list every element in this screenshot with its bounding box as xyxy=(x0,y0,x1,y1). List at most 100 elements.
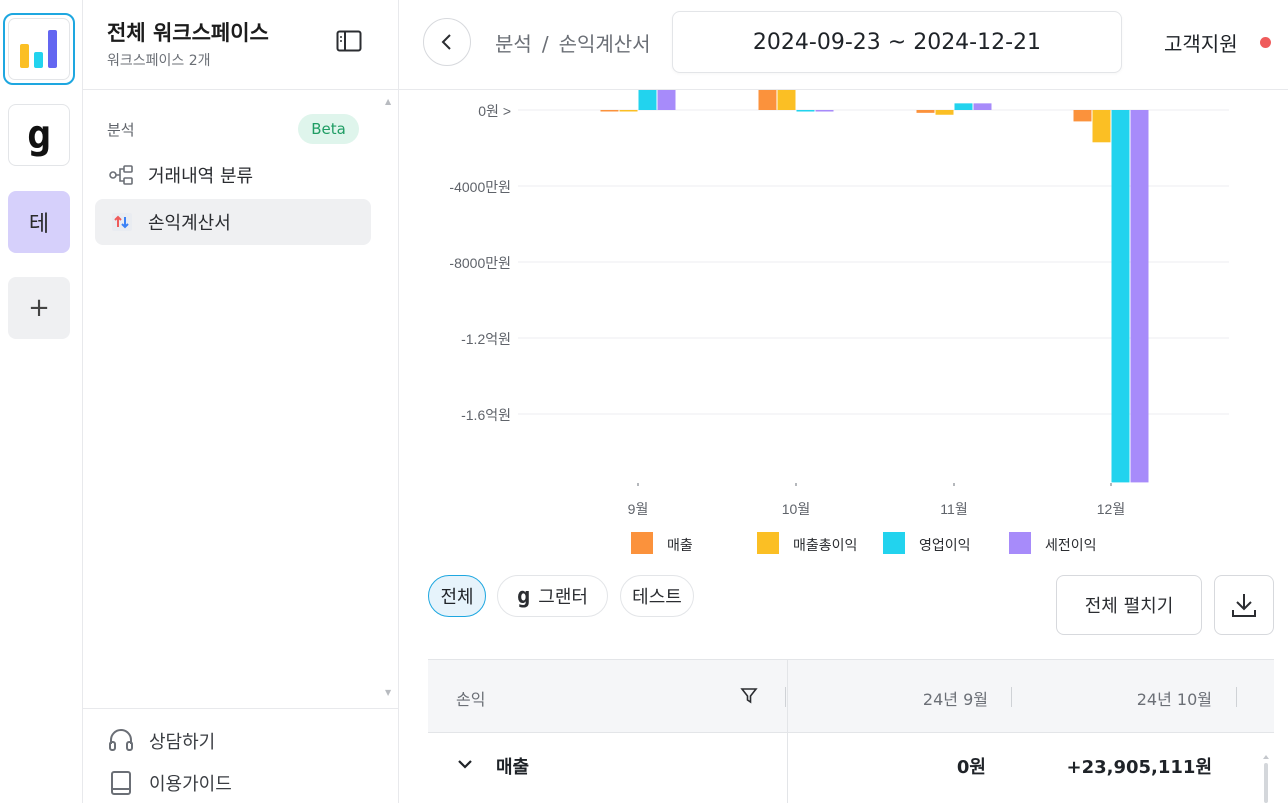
legend-label[interactable]: 매출총이익 xyxy=(793,537,857,553)
y-tick-label: -8000만원 xyxy=(449,255,511,271)
column-resizer[interactable] xyxy=(1236,687,1237,707)
book-icon xyxy=(107,769,135,797)
support-notification-dot xyxy=(1260,37,1271,48)
breadcrumb-income-statement: 손익계산서 xyxy=(558,32,651,56)
bar-1-2[interactable] xyxy=(796,110,815,112)
main-content: 분석 / 손익계산서 2024-09-23 ~ 2024-12-21 고객지원 0원… xyxy=(399,0,1288,803)
chip-label: 그랜터 xyxy=(538,587,588,608)
bar-chart-icon xyxy=(8,18,70,80)
filter-chip-all[interactable]: 전체 xyxy=(428,575,486,617)
sidebar-item-transaction-classification[interactable]: 거래내역 분류 xyxy=(95,152,371,198)
filter-chip-test[interactable]: 테스트 xyxy=(620,575,694,617)
bar-0-1[interactable] xyxy=(619,110,638,112)
sidebar-item-income-statement[interactable]: 손익계산서 xyxy=(95,199,371,245)
workspace-rail: g 테 + xyxy=(0,0,83,803)
test-workspace-button[interactable]: 테 xyxy=(8,191,70,253)
column-resizer[interactable] xyxy=(785,687,786,707)
breadcrumb: 분석 / 손익계산서 xyxy=(495,28,651,57)
add-workspace-button[interactable]: + xyxy=(8,277,70,339)
sidebar-item-label: 거래내역 분류 xyxy=(148,166,254,187)
income-chart: 0원 > -4000만원 -8000만원 -1.2억원 -1.6억원 9월 10월 11월 12… xyxy=(399,90,1288,570)
sidebar-footer: 상담하기 이용가이드 xyxy=(83,708,399,803)
back-button[interactable] xyxy=(423,18,471,66)
table-row[interactable]: 매출 0원 +23,905,111원 xyxy=(428,733,1274,803)
bar-3-1[interactable] xyxy=(1092,110,1111,143)
column-resizer[interactable] xyxy=(1011,687,1012,707)
bar-0-3[interactable] xyxy=(657,90,676,110)
legend-label[interactable]: 영업이익 xyxy=(919,537,971,553)
legend-label[interactable]: 매출 xyxy=(667,537,693,553)
bar-2-1[interactable] xyxy=(935,110,954,115)
y-tick-label: 0원 > xyxy=(478,103,511,119)
headset-icon xyxy=(107,727,135,755)
scroll-up-arrow-icon[interactable]: ▲ xyxy=(385,97,391,106)
user-guide-label: 이용가이드 xyxy=(149,774,232,795)
consultation-label: 상담하기 xyxy=(149,732,216,753)
granter-logo-icon: g xyxy=(26,112,52,158)
y-tick-label: -1.6억원 xyxy=(461,407,511,423)
beta-badge: Beta xyxy=(298,114,359,144)
workspace-count: 워크스페이스 2개 xyxy=(107,53,211,69)
bar-0-0[interactable] xyxy=(600,110,619,112)
bar-2-0[interactable] xyxy=(916,110,935,113)
table-header: 손익 24년 9월 24년 10월 xyxy=(428,659,1274,733)
sidebar: 전체 워크스페이스 워크스페이스 2개 ▲ 분석 Beta 거래내역 분류 손익… xyxy=(83,0,399,803)
download-button[interactable] xyxy=(1214,575,1274,635)
analytics-app-button[interactable] xyxy=(3,13,75,85)
chevron-down-icon[interactable] xyxy=(456,756,474,775)
bar-2-3[interactable] xyxy=(973,103,992,110)
bar-3-2[interactable] xyxy=(1111,110,1130,483)
table-scrollbar[interactable] xyxy=(1261,753,1271,803)
breadcrumb-separator: / xyxy=(541,32,549,56)
flow-icon xyxy=(108,163,136,187)
bar-0-2[interactable] xyxy=(638,90,657,110)
date-range-picker[interactable]: 2024-09-23 ~ 2024-12-21 xyxy=(672,11,1122,73)
chip-label: 테스트 xyxy=(632,587,682,608)
consultation-link[interactable]: 상담하기 xyxy=(107,727,215,755)
legend-swatch[interactable] xyxy=(883,532,905,554)
sidebar-header: 전체 워크스페이스 워크스페이스 2개 xyxy=(83,0,398,90)
income-table: 손익 24년 9월 24년 10월 매출 0원 +23,905,111원 xyxy=(428,659,1274,803)
expand-all-button[interactable]: 전체 펼치기 xyxy=(1056,575,1202,635)
bar-1-0[interactable] xyxy=(758,90,777,110)
granter-workspace-button[interactable]: g xyxy=(8,104,70,166)
filter-icon[interactable] xyxy=(739,686,759,710)
legend-swatch[interactable] xyxy=(631,532,653,554)
legend-swatch[interactable] xyxy=(1009,532,1031,554)
x-tick-label: 11월 xyxy=(940,501,967,517)
bar-3-3[interactable] xyxy=(1130,110,1149,483)
y-tick-label: -1.2억원 xyxy=(461,331,511,347)
x-tick-label: 12월 xyxy=(1097,501,1125,517)
income-bar-chart: 0원 > -4000만원 -8000만원 -1.2억원 -1.6억원 9월 10월 11월 12… xyxy=(449,90,1229,554)
bar-1-3[interactable] xyxy=(815,110,834,112)
row-value-sep: 0원 xyxy=(956,757,986,778)
plus-icon: + xyxy=(28,293,50,323)
top-bar: 분석 / 손익계산서 2024-09-23 ~ 2024-12-21 고객지원 xyxy=(399,0,1288,90)
bar-3-0[interactable] xyxy=(1073,110,1092,122)
income-statement-icon xyxy=(108,210,136,234)
scroll-down-arrow-icon[interactable]: ▼ xyxy=(385,688,391,697)
customer-support-link[interactable]: 고객지원 xyxy=(1164,28,1238,57)
bar-2-2[interactable] xyxy=(954,103,973,110)
y-tick-label: -4000만원 xyxy=(449,179,511,195)
user-guide-link[interactable]: 이용가이드 xyxy=(107,769,232,797)
section-label-analytics: 분석 xyxy=(107,121,135,139)
row-label: 매출 xyxy=(496,757,530,778)
legend-label[interactable]: 세전이익 xyxy=(1045,537,1097,553)
x-tick-label: 10월 xyxy=(782,501,810,517)
sidebar-item-label: 손익계산서 xyxy=(148,213,231,234)
bar-1-1[interactable] xyxy=(777,90,796,110)
granter-logo-icon: g xyxy=(517,583,531,609)
filter-chip-granter[interactable]: g 그랜터 xyxy=(497,575,608,617)
workspace-title[interactable]: 전체 워크스페이스 xyxy=(107,17,269,47)
breadcrumb-analytics[interactable]: 분석 xyxy=(495,32,532,56)
sidebar-toggle-icon[interactable] xyxy=(336,30,362,52)
x-tick-label: 9월 xyxy=(628,501,649,517)
column-header-oct: 24년 10월 xyxy=(1136,690,1212,709)
workspace-initial: 테 xyxy=(28,212,50,237)
column-header-sep: 24년 9월 xyxy=(922,690,988,709)
legend-swatch[interactable] xyxy=(757,532,779,554)
chevron-left-icon xyxy=(441,34,451,50)
column-header-income: 손익 xyxy=(456,690,486,709)
download-icon xyxy=(1232,594,1256,617)
